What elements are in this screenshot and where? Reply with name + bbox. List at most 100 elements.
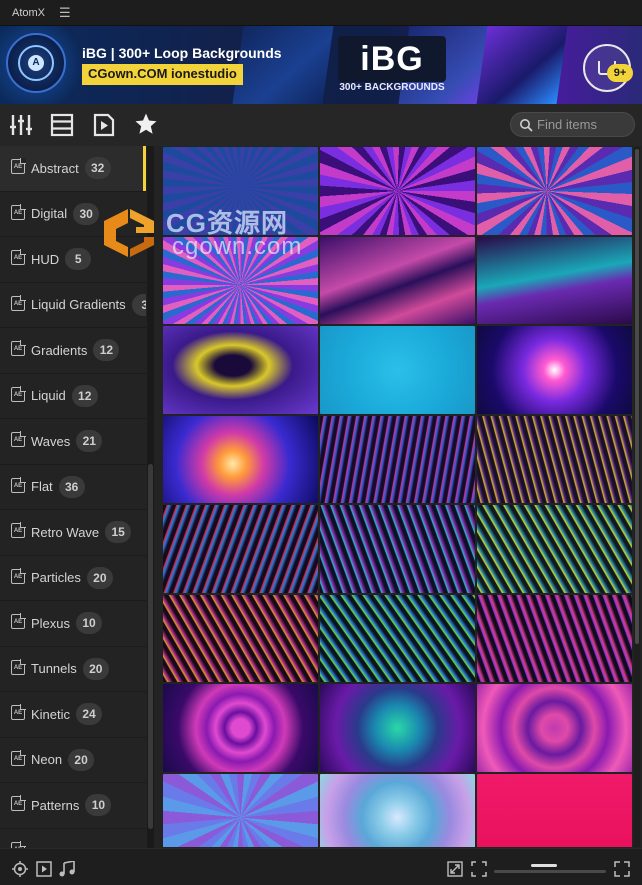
- after-effects-file-icon: AE: [11, 658, 26, 675]
- category-item[interactable]: AE Retro Wave 15: [0, 510, 146, 556]
- category-item[interactable]: AE: [0, 829, 146, 848]
- list-view-icon[interactable]: [50, 113, 74, 137]
- thumb-purple-wave[interactable]: [320, 236, 475, 324]
- thumb-magenta-spiral[interactable]: [320, 147, 475, 235]
- thumb-red-streaks[interactable]: [163, 505, 318, 593]
- notification-badge: 9+: [607, 64, 633, 82]
- fit-icon[interactable]: [471, 861, 487, 877]
- thumb-pink-particles[interactable]: [320, 415, 475, 503]
- thumb-violet-streaks[interactable]: [477, 594, 632, 682]
- category-item[interactable]: AE Gradients 12: [0, 328, 146, 374]
- category-item[interactable]: AE Tunnels 20: [0, 647, 146, 692]
- category-label: Gradients: [31, 342, 88, 358]
- thumb-green-streaks[interactable]: [477, 505, 632, 593]
- category-count-badge: 20: [86, 566, 113, 589]
- category-count-badge: 24: [76, 703, 103, 726]
- category-item[interactable]: AE Plexus 10: [0, 601, 146, 647]
- category-count-badge: 32: [84, 157, 111, 180]
- category-item[interactable]: AE Liquid 12: [0, 374, 146, 419]
- search-icon: [520, 118, 533, 132]
- zoom-slider[interactable]: [494, 870, 606, 873]
- category-label: HUD: [31, 251, 60, 267]
- play-preview-icon[interactable]: [36, 861, 52, 877]
- category-item[interactable]: AE Neon 20: [0, 738, 146, 783]
- category-item[interactable]: AE Flat 36: [0, 465, 146, 510]
- sliders-icon[interactable]: [9, 113, 33, 137]
- thumb-blue-hexagon-tunnel[interactable]: [163, 147, 318, 235]
- category-item[interactable]: AE Abstract 32: [0, 146, 146, 192]
- search-input[interactable]: [537, 117, 629, 132]
- category-item[interactable]: AE Particles 20: [0, 556, 146, 601]
- thumb-teal-diamonds[interactable]: [320, 684, 475, 772]
- thumb-pink-hexagon[interactable]: [477, 684, 632, 772]
- category-item[interactable]: AE Liquid Gradients 3: [0, 283, 146, 328]
- thumb-cyan-flat[interactable]: [320, 326, 475, 414]
- zoom-slider-handle[interactable]: [530, 864, 557, 867]
- active-category-indicator: [143, 146, 146, 191]
- thumb-red-flat[interactable]: [477, 773, 632, 847]
- grid-scroll-thumb[interactable]: [635, 149, 639, 644]
- category-count-badge: 10: [76, 612, 103, 635]
- banner-art-panel: [232, 26, 334, 104]
- category-count-badge: 3: [131, 293, 146, 316]
- after-effects-file-icon: AE: [11, 613, 26, 629]
- thumb-star-burst[interactable]: [163, 236, 318, 324]
- after-effects-file-icon: AE: [11, 476, 26, 493]
- atomx-logo: A: [6, 33, 66, 93]
- category-count-badge: 5: [65, 248, 92, 271]
- atom-logo-icon: A: [28, 55, 44, 71]
- category-item[interactable]: AE Waves 21: [0, 419, 146, 465]
- fullscreen-icon[interactable]: [614, 861, 630, 877]
- hamburger-icon[interactable]: ☰: [59, 6, 71, 19]
- category-item[interactable]: AE Digital 30: [0, 192, 146, 237]
- after-effects-file-icon: AE: [11, 158, 26, 174]
- category-item[interactable]: AE HUD 5: [0, 237, 146, 283]
- thumb-yellow-particles[interactable]: [477, 415, 632, 503]
- sidebar-scroll-thumb[interactable]: [148, 464, 153, 829]
- thumb-green-blue-streaks[interactable]: [320, 594, 475, 682]
- category-count-badge: 21: [76, 430, 103, 453]
- star-icon[interactable]: [134, 112, 158, 136]
- grid-scrollbar[interactable]: [634, 147, 640, 847]
- category-label: Waves: [31, 433, 71, 449]
- app-title: AtomX: [12, 6, 46, 19]
- preview-play-icon[interactable]: [92, 113, 116, 137]
- category-item[interactable]: AE Patterns 10: [0, 783, 146, 829]
- title-bar: AtomX ☰: [0, 0, 642, 26]
- promo-banner[interactable]: A iBG | 300+ Loop Backgrounds CGown.COM …: [0, 26, 642, 104]
- category-label: Flat: [31, 479, 53, 495]
- thumb-blue-squares[interactable]: [163, 773, 318, 847]
- thumb-yellow-ripple[interactable]: [163, 326, 318, 414]
- category-label: Tunnels: [31, 661, 77, 677]
- category-count-badge: 15: [105, 521, 132, 544]
- category-label: Digital: [31, 206, 68, 222]
- thumb-magenta-rings[interactable]: [163, 684, 318, 772]
- thumb-teal-streaks[interactable]: [320, 505, 475, 593]
- thumb-pink-spiral[interactable]: [477, 147, 632, 235]
- category-item[interactable]: AE Kinetic 24: [0, 692, 146, 738]
- thumb-neon-swirl[interactable]: [477, 326, 632, 414]
- thumb-fire-swirl[interactable]: [163, 415, 318, 503]
- category-label: Kinetic: [31, 706, 71, 722]
- after-effects-file-icon: AE: [11, 385, 26, 402]
- category-count-badge: 36: [58, 475, 85, 498]
- banner-art-panel: [476, 26, 568, 104]
- after-effects-file-icon: AE: [11, 795, 26, 811]
- after-effects-file-icon: AE: [11, 704, 26, 720]
- music-icon[interactable]: [59, 861, 75, 877]
- category-label: Abstract: [31, 160, 79, 176]
- sidebar-scrollbar[interactable]: [147, 146, 154, 848]
- product-tagline: 300+ BACKGROUNDS: [339, 82, 445, 93]
- category-count-badge: 20: [82, 657, 109, 680]
- thumb-orange-streaks[interactable]: [163, 594, 318, 682]
- thumb-teal-wave[interactable]: [477, 236, 632, 324]
- after-effects-file-icon: AE: [11, 340, 26, 356]
- category-count-badge: 10: [85, 794, 112, 817]
- search-box[interactable]: [510, 112, 635, 137]
- category-label: Particles: [31, 570, 81, 586]
- thumb-pastel-tunnel[interactable]: [320, 773, 475, 847]
- category-label: Liquid Gradients: [31, 297, 126, 313]
- after-effects-file-icon: AE: [11, 249, 26, 265]
- settings-icon[interactable]: [12, 861, 28, 877]
- expand-icon[interactable]: [447, 861, 463, 877]
